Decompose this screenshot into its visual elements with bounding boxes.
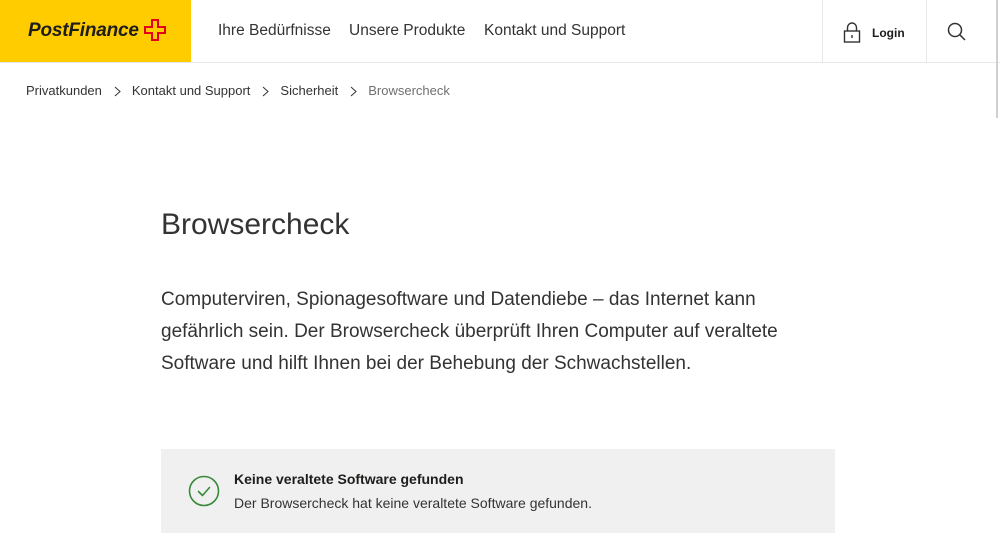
chevron-right-icon xyxy=(114,86,121,96)
swiss-cross-icon xyxy=(144,19,166,41)
breadcrumb: Privatkunden Kontakt und Support Sicherh… xyxy=(26,83,450,99)
check-mark xyxy=(197,486,211,497)
chevron-stroke xyxy=(114,86,121,96)
lock-icon xyxy=(843,22,861,43)
status-box: Keine veraltete Software gefunden Der Br… xyxy=(161,449,835,533)
nav-item-kontakt-support[interactable]: Kontakt und Support xyxy=(484,21,625,41)
cross-outline xyxy=(144,19,166,41)
status-title: Keine veraltete Software gefunden xyxy=(234,471,464,487)
nav-item-produkte[interactable]: Unsere Produkte xyxy=(349,21,465,41)
login-button[interactable]: Login xyxy=(823,0,926,62)
intro-paragraph: Computerviren, Spionagesoftware und Date… xyxy=(161,289,778,374)
check-circle-ring xyxy=(188,475,220,507)
chevron-right-icon xyxy=(350,86,357,96)
search-handle xyxy=(959,34,966,41)
login-label: Login xyxy=(872,26,905,40)
chevron-right-icon xyxy=(263,86,270,96)
site-header: PostFinance Ihre Bedürfnisse Unsere Prod… xyxy=(0,0,1000,63)
lock-shackle xyxy=(846,22,858,31)
breadcrumb-item-current: Browsercheck xyxy=(368,83,450,98)
search-icon xyxy=(947,22,966,41)
postfinance-logo[interactable]: PostFinance xyxy=(0,0,191,62)
scrollbar-thumb[interactable] xyxy=(996,0,998,118)
page-title: Browsercheck xyxy=(161,208,350,241)
status-message: Der Browsercheck hat keine veraltete Sof… xyxy=(234,495,592,511)
search-lens xyxy=(947,22,963,38)
chevron-stroke xyxy=(263,86,270,96)
search-button[interactable] xyxy=(927,0,987,62)
chevron-stroke xyxy=(350,86,357,96)
nav-item-beduerfnisse[interactable]: Ihre Bedürfnisse xyxy=(218,21,331,41)
breadcrumb-item-privatkunden[interactable]: Privatkunden xyxy=(26,83,102,99)
breadcrumb-item-sicherheit[interactable]: Sicherheit xyxy=(280,83,338,99)
logo-wordmark: PostFinance xyxy=(28,20,139,41)
breadcrumb-item-kontakt-support[interactable]: Kontakt und Support xyxy=(132,83,251,99)
check-circle-icon xyxy=(188,475,220,507)
